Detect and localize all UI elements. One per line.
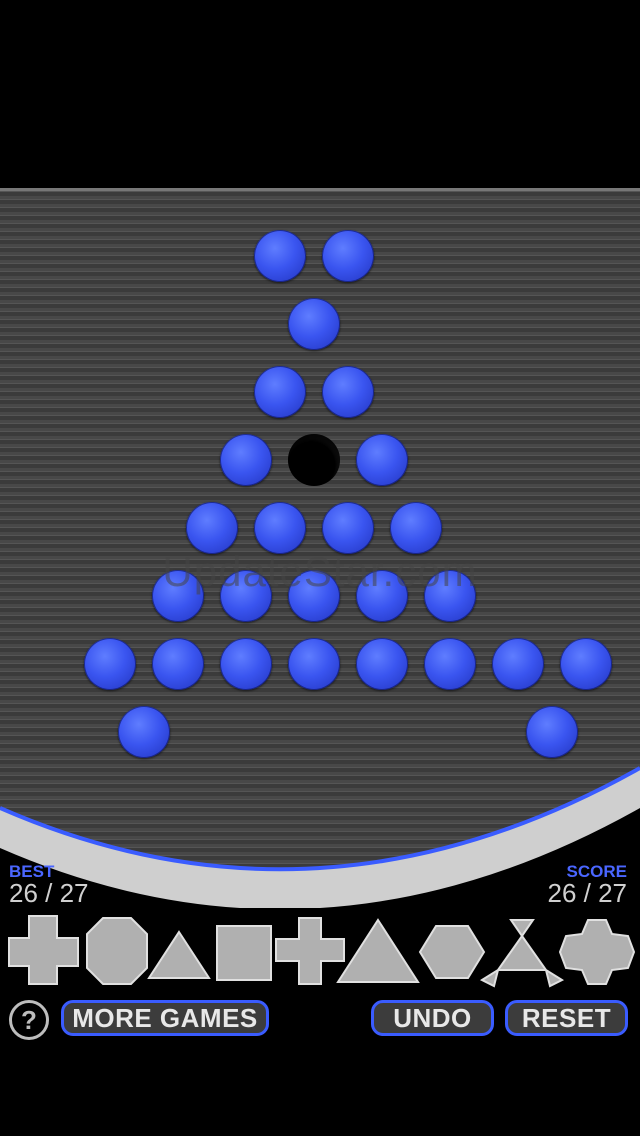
peg[interactable]: [356, 638, 408, 690]
peg[interactable]: [220, 434, 272, 486]
small-triangle-board-icon[interactable]: [147, 930, 211, 979]
snowflake-board-icon[interactable]: [558, 919, 636, 985]
undo-button[interactable]: UNDO: [371, 1000, 494, 1036]
peg[interactable]: [322, 502, 374, 554]
peg[interactable]: [322, 366, 374, 418]
peg[interactable]: [492, 638, 544, 690]
peg[interactable]: [84, 638, 136, 690]
star-triangle-board-icon[interactable]: [479, 919, 565, 988]
plus-board-icon[interactable]: [275, 917, 345, 985]
peg[interactable]: [186, 502, 238, 554]
peg[interactable]: [288, 638, 340, 690]
peg[interactable]: [288, 298, 340, 350]
help-button[interactable]: ?: [9, 1000, 49, 1040]
more-games-button[interactable]: MORE GAMES: [61, 1000, 269, 1036]
hexagon-board-icon[interactable]: [418, 925, 486, 979]
peg[interactable]: [424, 638, 476, 690]
peg[interactable]: [322, 230, 374, 282]
peg[interactable]: [152, 638, 204, 690]
watermark: UpdateStar.com: [162, 548, 478, 595]
peg[interactable]: [526, 706, 578, 758]
peg[interactable]: [390, 502, 442, 554]
peg[interactable]: [118, 706, 170, 758]
large-triangle-board-icon[interactable]: [336, 918, 420, 983]
square-board-icon[interactable]: [216, 925, 272, 981]
score-value: 26 / 27: [547, 878, 627, 908]
octagon-board-icon[interactable]: [86, 917, 148, 985]
peg[interactable]: [356, 434, 408, 486]
peg[interactable]: [254, 366, 306, 418]
peg[interactable]: [254, 230, 306, 282]
reset-button[interactable]: RESET: [505, 1000, 628, 1036]
board-shape-selector: [0, 912, 640, 990]
cross-board-icon[interactable]: [8, 915, 79, 985]
peg[interactable]: [560, 638, 612, 690]
peg[interactable]: [220, 638, 272, 690]
empty-hole[interactable]: [288, 434, 340, 486]
best-value: 26 / 27: [9, 878, 89, 908]
peg[interactable]: [254, 502, 306, 554]
